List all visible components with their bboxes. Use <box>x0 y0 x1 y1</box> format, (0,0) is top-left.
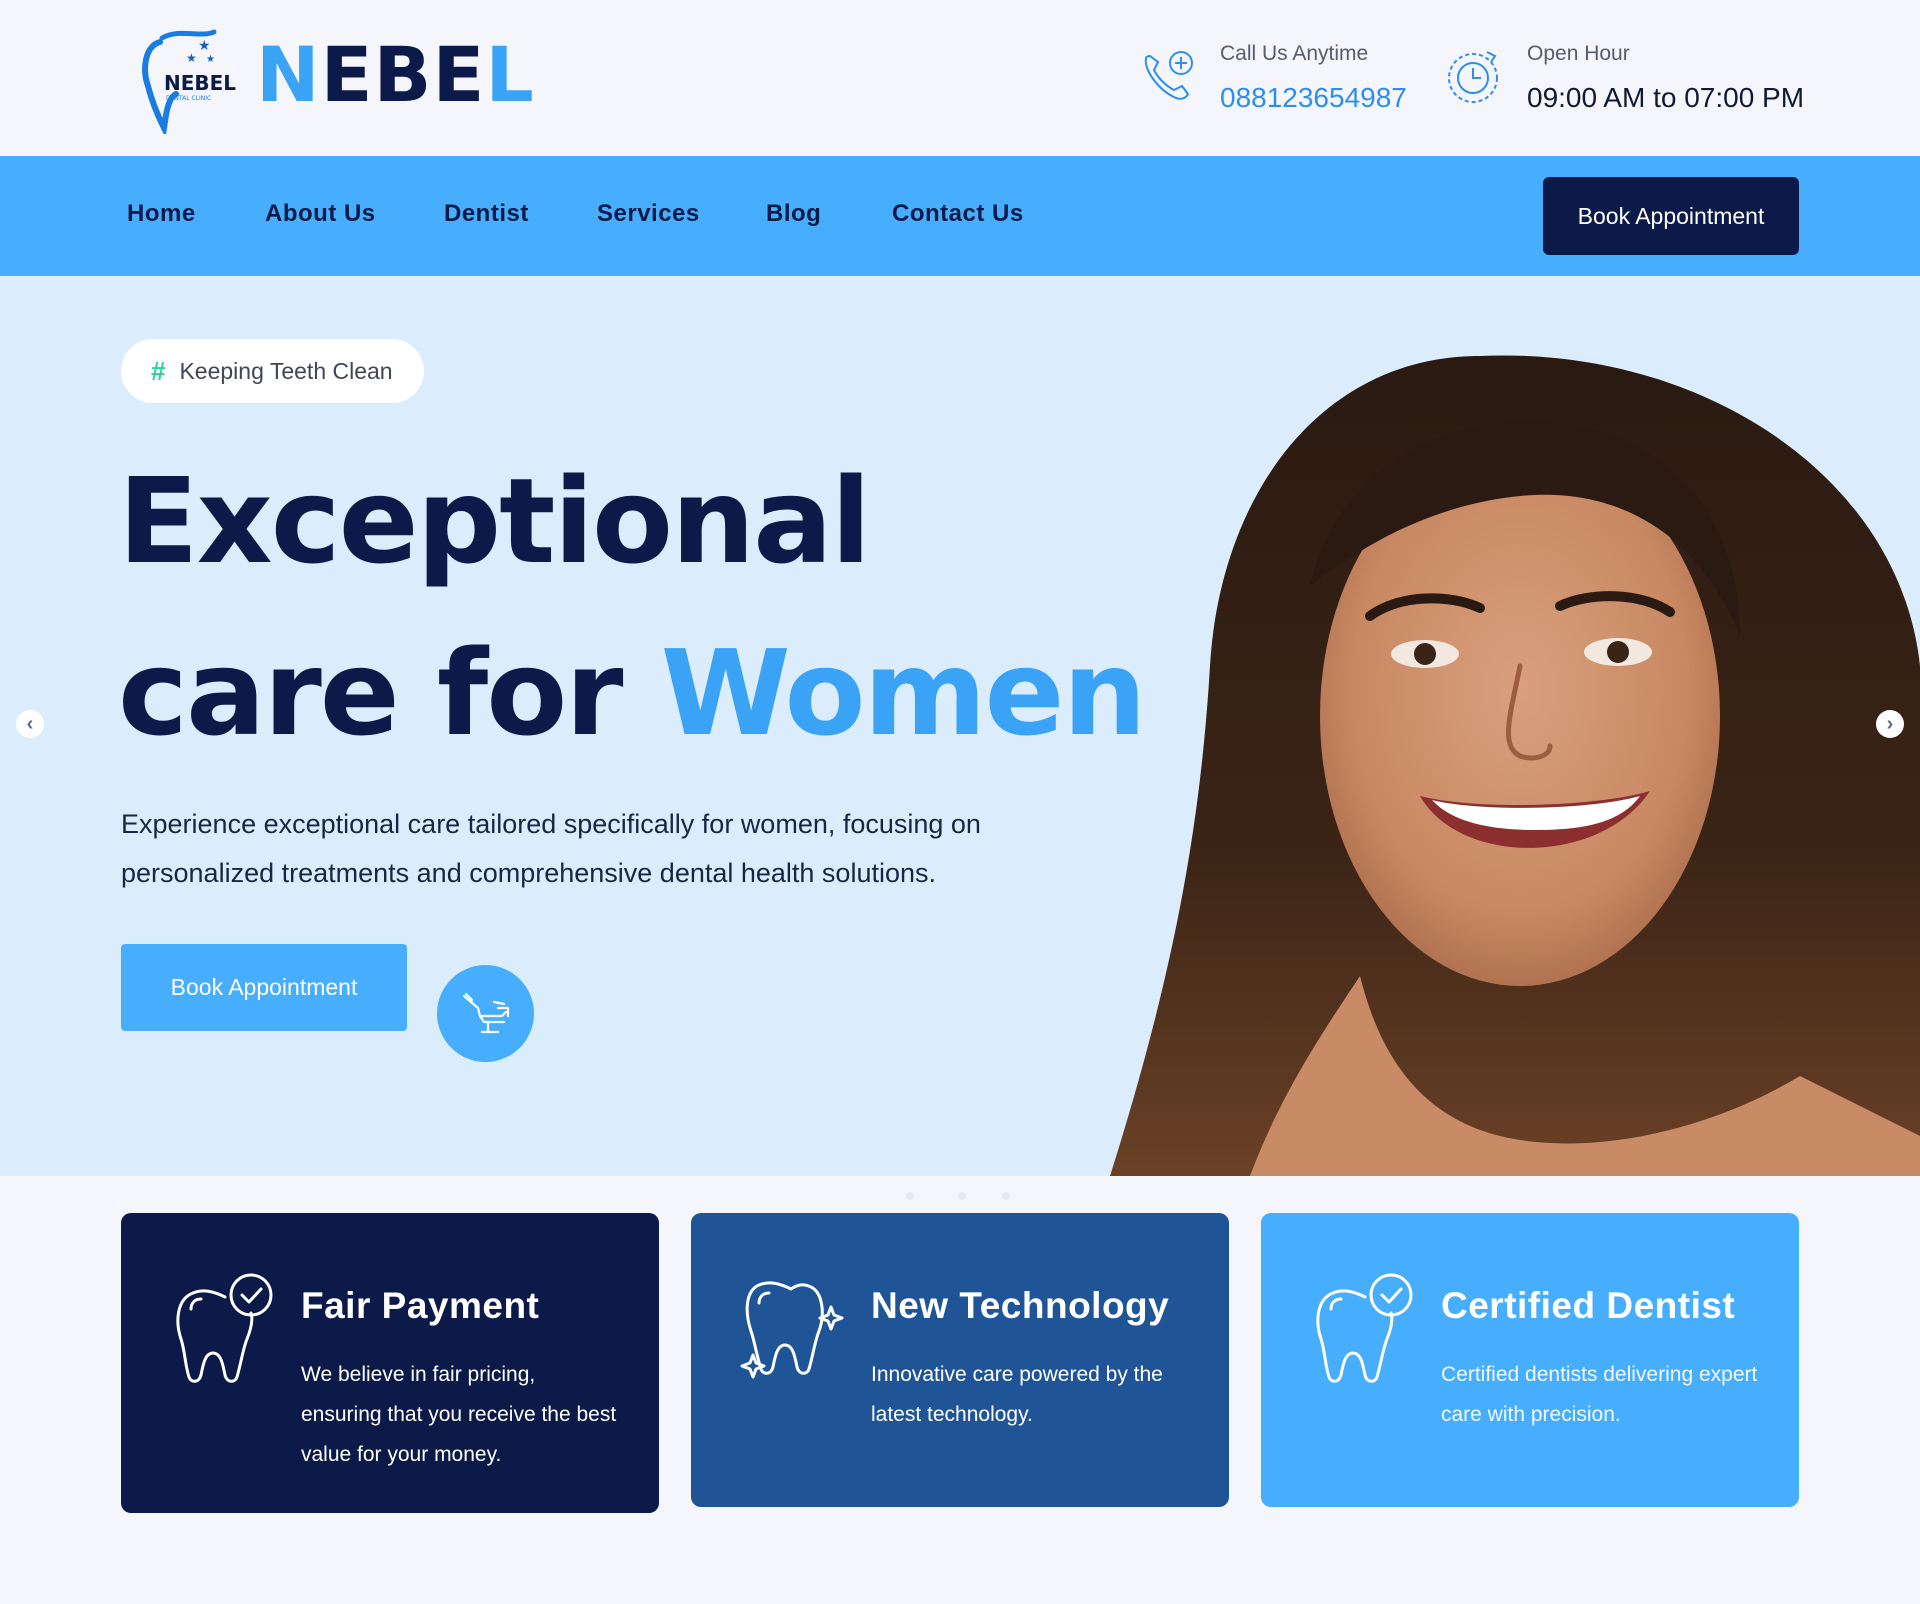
hours-value: 09:00 AM to 07:00 PM <box>1527 82 1805 113</box>
hero-headline-line1: Exceptional <box>118 452 871 590</box>
feature-card-certified-dentist: Certified Dentist Certified dentists del… <box>1261 1213 1799 1507</box>
feature-card-fair-payment: Fair Payment We believe in fair pricing,… <box>121 1213 659 1513</box>
hash-icon: # <box>151 355 166 386</box>
phone-medical-icon <box>1136 44 1200 108</box>
slider-prev-arrow[interactable]: ‹ <box>16 710 44 738</box>
svg-text:★: ★ <box>198 38 211 54</box>
nav-item-home[interactable]: Home <box>127 200 196 228</box>
hero-description: Experience exceptional care tailored spe… <box>121 809 981 888</box>
contact-phone: Call Us Anytime 088123654987 <box>1136 40 1436 120</box>
slider-pagination <box>906 1192 1016 1202</box>
contact-hours: Open Hour 09:00 AM to 07:00 PM <box>1443 40 1805 120</box>
nav-item-dentist[interactable]: Dentist <box>444 200 529 228</box>
hero-slider: # Keeping Teeth Clean Exceptional care f… <box>0 276 1920 1176</box>
slider-next-arrow[interactable]: › <box>1876 710 1904 738</box>
hero-headline-line2: care for Women <box>118 628 1147 758</box>
nav-item-services[interactable]: Services <box>597 200 700 228</box>
feature-text: We believe in fair pricing, ensuring tha… <box>301 1363 617 1466</box>
brand-name-part: EBE <box>320 30 486 119</box>
slider-dot[interactable] <box>958 1192 966 1200</box>
slider-dot[interactable] <box>906 1192 914 1200</box>
tooth-sparkle-icon <box>739 1269 849 1389</box>
phone-number-link[interactable]: 088123654987 <box>1220 82 1407 114</box>
tooth-check-icon <box>1309 1269 1419 1389</box>
svg-text:★: ★ <box>206 54 215 65</box>
hero-tagline-badge: # Keeping Teeth Clean <box>121 339 424 403</box>
slider-dot[interactable] <box>1002 1192 1010 1200</box>
dental-chair-icon[interactable] <box>437 965 534 1062</box>
nav-item-about-us[interactable]: About Us <box>265 200 376 228</box>
feature-card-new-technology: New Technology Innovative care powered b… <box>691 1213 1229 1507</box>
brand-name-part: L <box>485 30 535 119</box>
hero-book-appointment-button[interactable]: Book Appointment <box>121 944 407 1031</box>
phone-label: Call Us Anytime <box>1220 42 1369 65</box>
svg-text:NEBEL: NEBEL <box>164 71 236 95</box>
feature-text: Certified dentists delivering expert car… <box>1441 1363 1758 1426</box>
clock-icon <box>1443 44 1507 108</box>
svg-text:★: ★ <box>186 51 197 65</box>
feature-title: Fair Payment <box>301 1285 540 1326</box>
nav-item-blog[interactable]: Blog <box>766 200 821 228</box>
brand-name-part: N <box>256 30 321 119</box>
feature-title: New Technology <box>871 1285 1170 1326</box>
nav-book-appointment-button[interactable]: Book Appointment <box>1543 177 1799 255</box>
brand-name[interactable]: NEBEL <box>256 30 535 120</box>
feature-text: Innovative care powered by the latest te… <box>871 1363 1163 1426</box>
feature-title: Certified Dentist <box>1441 1285 1736 1326</box>
tagline-text: Keeping Teeth Clean <box>179 357 393 384</box>
svg-text:DENTAL CLINIC: DENTAL CLINIC <box>166 95 211 102</box>
headline-plain: care for <box>118 624 661 762</box>
brand-logo[interactable]: ★ ★ ★ NEBEL DENTAL CLINIC <box>140 24 240 138</box>
hero-woman-image <box>1110 355 1920 1176</box>
headline-accent: Women <box>660 624 1147 762</box>
main-nav: Home About Us Dentist Services Blog Cont… <box>0 156 1920 276</box>
tooth-check-icon <box>169 1269 279 1389</box>
top-header: ★ ★ ★ NEBEL DENTAL CLINIC NEBEL Call Us … <box>0 0 1920 156</box>
nav-item-contact-us[interactable]: Contact Us <box>892 200 1024 228</box>
hours-label: Open Hour <box>1527 42 1630 65</box>
